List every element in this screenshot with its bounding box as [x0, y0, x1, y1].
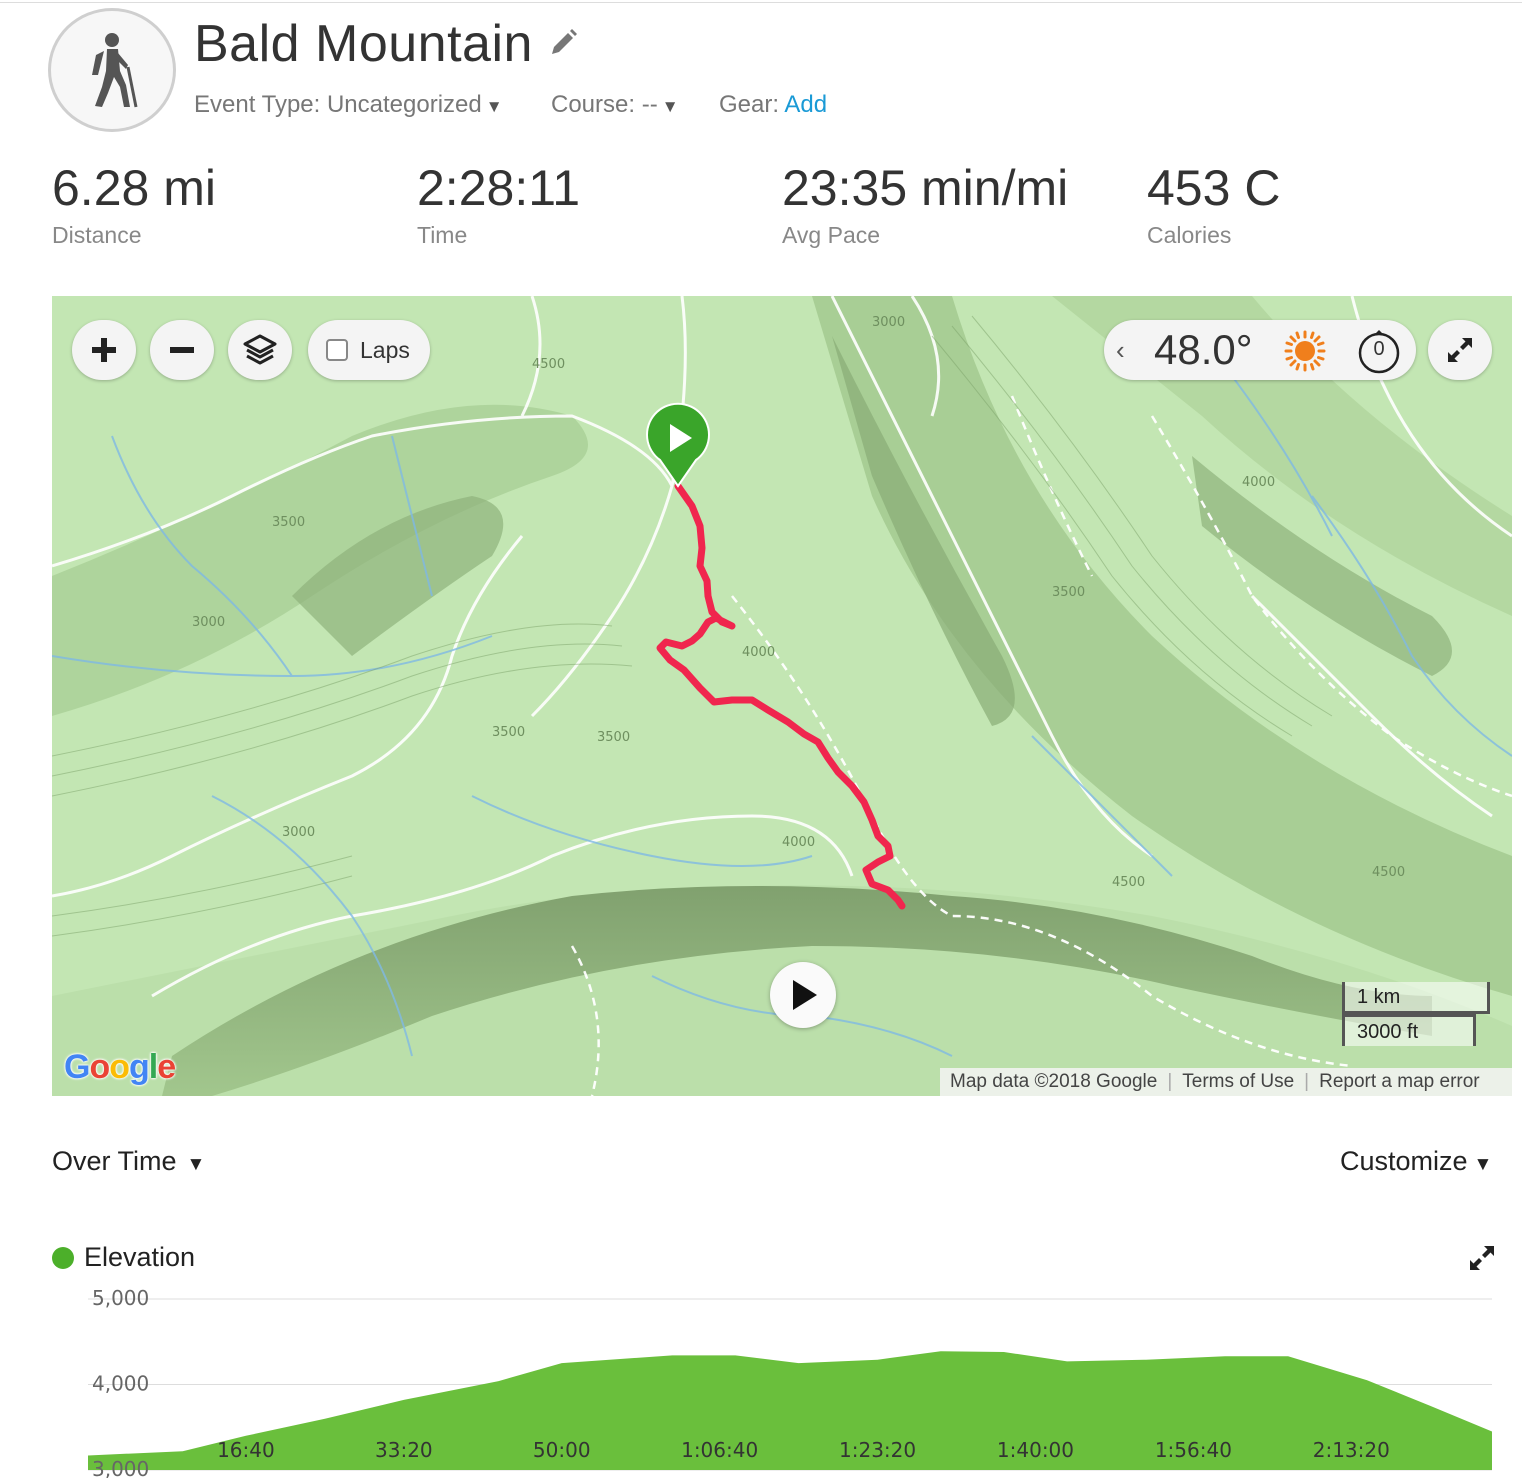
chart-legend: Elevation	[52, 1242, 195, 1273]
top-divider	[0, 2, 1522, 3]
map-data-attribution: Map data ©2018 Google	[950, 1071, 1158, 1092]
expand-icon	[1470, 1246, 1494, 1270]
x-tick-label: 2:13:20	[1313, 1438, 1390, 1462]
contour-label: 3000	[872, 315, 905, 330]
terms-of-use-link[interactable]: Terms of Use	[1172, 1071, 1304, 1093]
contour-label: 4500	[532, 357, 565, 372]
stat-value: 23:35 min/mi	[782, 160, 1069, 216]
google-logo: Google	[64, 1048, 176, 1086]
hiker-icon	[92, 33, 138, 108]
stat-label: Avg Pace	[782, 222, 881, 248]
stat-time: 2:28:11 Time	[417, 158, 580, 249]
stat-calories: 453 C Calories	[1147, 158, 1280, 249]
x-tick-label: 1:56:40	[1155, 1438, 1232, 1462]
event-type-label: Event Type: Uncategorized	[194, 91, 482, 118]
add-gear-link[interactable]: Add	[784, 91, 827, 118]
contour-label: 3500	[1052, 585, 1085, 600]
contour-label: 4000	[742, 645, 775, 660]
contour-label: 4000	[782, 835, 815, 850]
timer-value: 0	[1373, 338, 1385, 360]
stat-label: Time	[417, 222, 468, 248]
weather-widget: ‹ 48.0° 0	[1104, 320, 1416, 380]
stat-label: Distance	[52, 222, 142, 248]
stat-value: 453 C	[1147, 160, 1281, 216]
minus-icon	[170, 347, 194, 353]
gear-label: Gear:	[719, 91, 780, 118]
sun-icon	[1284, 330, 1326, 372]
stat-label: Calories	[1147, 222, 1232, 248]
x-tick-label: 50:00	[533, 1438, 591, 1462]
chevron-down-icon: ▼	[661, 97, 679, 116]
course-dropdown[interactable]: Course: -- ▼	[551, 91, 679, 119]
elevation-chart[interactable]: 5,000 4,000 3,000 16:40 33:20 50:00 1:06:40 1:2…	[0, 1280, 1522, 1478]
stat-avg-pace: 23:35 min/mi Avg Pace	[782, 158, 1068, 249]
elevation-area	[88, 1351, 1492, 1470]
contour-label: 4000	[1242, 475, 1275, 490]
contour-label: 3500	[597, 730, 630, 745]
laps-toggle[interactable]: Laps	[308, 320, 430, 380]
chevron-left-icon[interactable]: ‹	[1116, 335, 1125, 366]
customize-dropdown[interactable]: Customize ▼	[1340, 1146, 1492, 1177]
stat-distance: 6.28 mi Distance	[52, 158, 216, 249]
chart-view-dropdown[interactable]: Over Time ▼	[52, 1146, 205, 1177]
stat-value: 2:28:11	[417, 160, 581, 216]
stat-value: 6.28 mi	[52, 160, 216, 216]
x-tick-label: 1:40:00	[997, 1438, 1074, 1462]
contour-label: 3500	[272, 515, 305, 530]
x-tick-label: 33:20	[375, 1438, 433, 1462]
customize-label: Customize	[1340, 1146, 1468, 1176]
x-tick-label: 1:06:40	[681, 1438, 758, 1462]
chevron-down-icon: ▼	[186, 1154, 206, 1175]
edit-pencil-icon[interactable]	[548, 28, 578, 58]
y-tick-label: 3,000	[92, 1457, 149, 1478]
y-tick-label: 4,000	[92, 1372, 149, 1396]
course-label: Course: --	[551, 91, 658, 118]
map-fullscreen-button[interactable]	[1428, 320, 1492, 380]
contour-label: 3000	[192, 615, 225, 630]
activity-type-avatar	[48, 8, 176, 132]
plus-icon	[92, 338, 116, 362]
event-type-dropdown[interactable]: Event Type: Uncategorized ▼	[194, 91, 503, 119]
zoom-in-button[interactable]	[72, 320, 136, 380]
gear-field: Gear: Add	[719, 91, 827, 119]
contour-label: 4500	[1372, 865, 1405, 880]
layers-icon	[243, 334, 277, 365]
scale-km-label: 1 km	[1342, 982, 1490, 1014]
map-attribution-bar: Map data ©2018 Google | Terms of Use | R…	[940, 1068, 1512, 1096]
laps-label: Laps	[360, 336, 410, 363]
legend-swatch	[52, 1246, 74, 1269]
route-playback-button[interactable]	[770, 962, 836, 1028]
y-tick-label: 5,000	[92, 1286, 149, 1310]
chart-view-label: Over Time	[52, 1146, 177, 1176]
play-icon	[793, 980, 817, 1010]
contour-label: 3000	[282, 825, 315, 840]
x-tick-label: 1:23:20	[839, 1438, 916, 1462]
timer-indicator: 0	[1356, 328, 1402, 379]
scale-ft-label: 3000 ft	[1342, 1014, 1476, 1046]
chevron-down-icon: ▼	[1473, 1154, 1493, 1175]
contour-label: 4500	[1112, 875, 1145, 890]
legend-series-name: Elevation	[84, 1242, 196, 1272]
contour-label: 3500	[492, 725, 525, 740]
x-tick-label: 16:40	[217, 1438, 275, 1462]
report-map-error-link[interactable]: Report a map error	[1309, 1071, 1490, 1093]
zoom-out-button[interactable]	[150, 320, 214, 380]
fullscreen-expand-icon	[1448, 338, 1472, 362]
activity-title: Bald Mountain	[194, 15, 533, 73]
laps-checkbox[interactable]	[326, 339, 348, 361]
chevron-down-icon: ▼	[485, 97, 503, 116]
map-layers-button[interactable]	[228, 320, 292, 380]
chart-expand-button[interactable]	[1468, 1244, 1496, 1277]
temperature-value: 48.0°	[1154, 326, 1253, 373]
